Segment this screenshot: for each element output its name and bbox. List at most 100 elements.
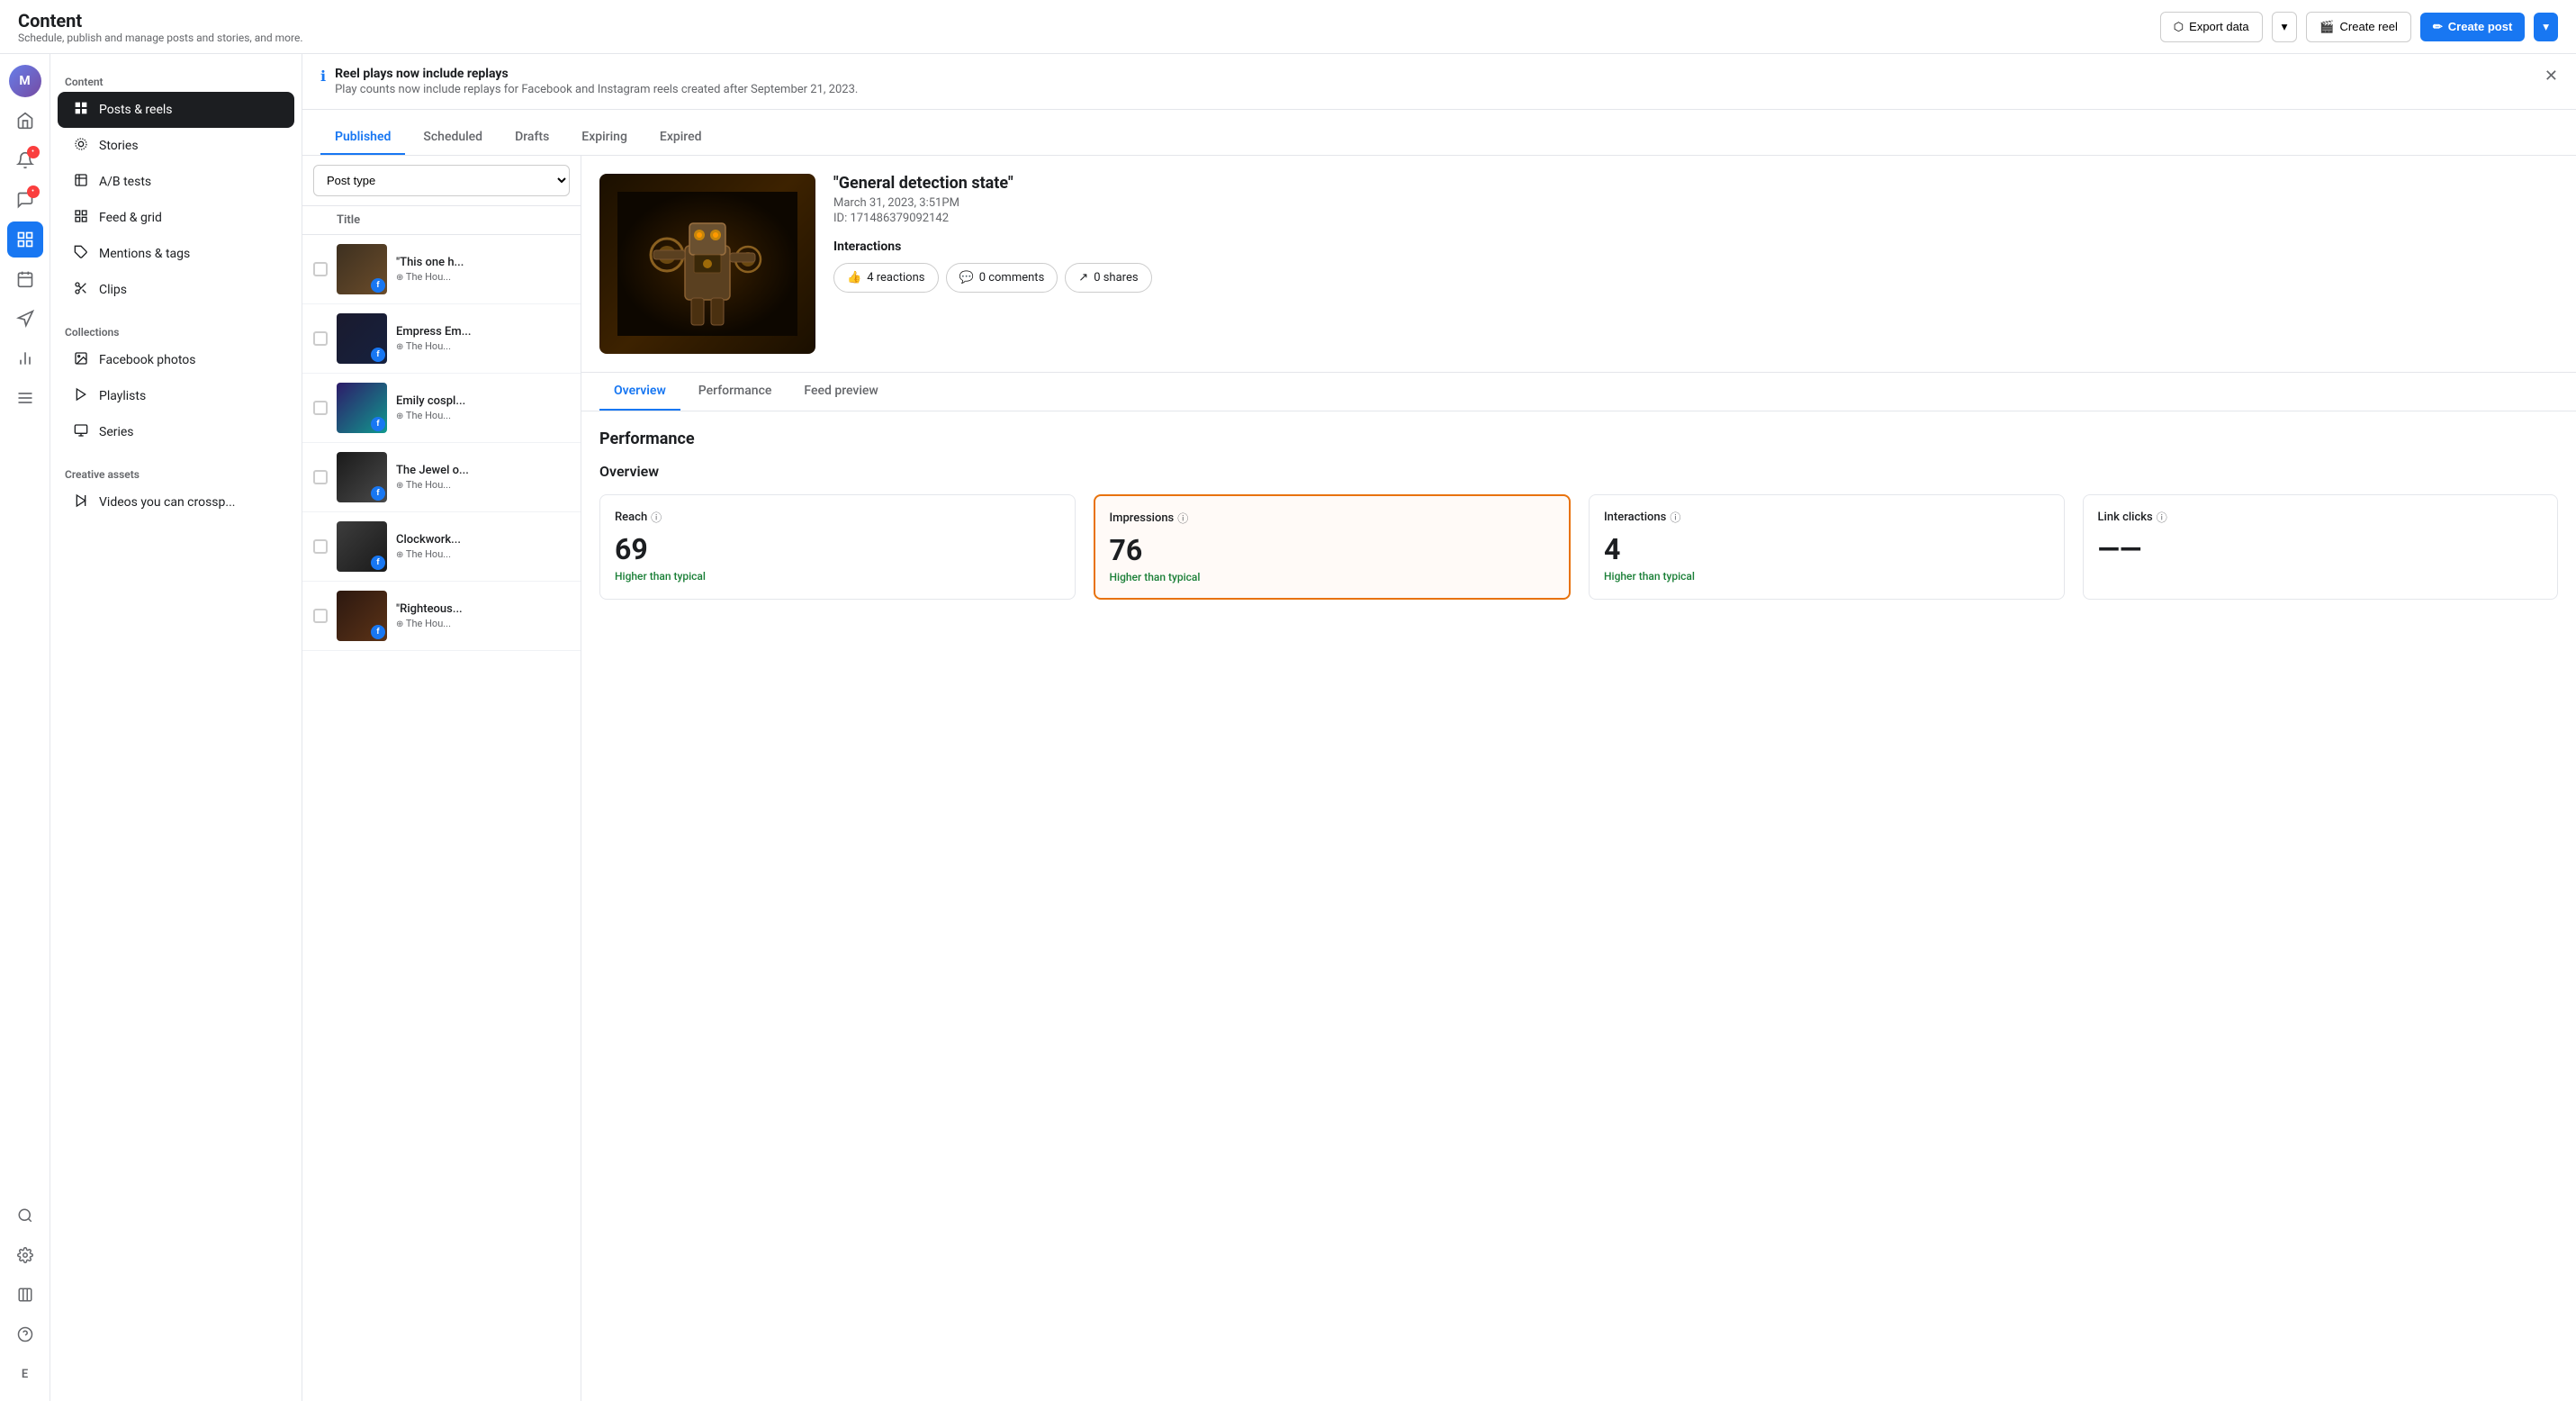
list-item-thumb-6: f [337, 591, 387, 641]
create-post-dropdown-button[interactable]: ▾ [2534, 13, 2558, 41]
list-item-checkbox-5[interactable] [313, 539, 328, 554]
posts-reels-label: Posts & reels [99, 103, 173, 117]
main-tabs: Published Scheduled Drafts Expiring Expi… [302, 110, 2576, 156]
sidebar-icon-menu[interactable] [7, 380, 43, 416]
list-item-checkbox-2[interactable] [313, 331, 328, 346]
list-item-thumb-2: f [337, 313, 387, 364]
stories-icon [72, 137, 90, 155]
reactions-badge[interactable]: 👍 4 reactions [833, 263, 939, 293]
metric-card-interactions: Interactions ⓘ 4 Higher than typical [1589, 494, 2065, 600]
sidebar-item-feed-grid[interactable]: Feed & grid [58, 200, 294, 236]
list-item-thumb-4: f [337, 452, 387, 502]
impressions-info-icon[interactable]: ⓘ [1177, 511, 1188, 526]
sidebar-item-clips[interactable]: Clips [58, 272, 294, 308]
sidebar-icon-messages[interactable]: • [7, 182, 43, 218]
list-item[interactable]: f "Righteous... ⊕ The Hou... [302, 582, 581, 651]
reel-icon: 🎬 [2319, 20, 2334, 34]
playlists-label: Playlists [99, 389, 146, 403]
comments-badge[interactable]: 💬 0 comments [946, 263, 1058, 293]
info-banner-icon: ℹ [320, 68, 326, 85]
facebook-badge-4: f [371, 486, 385, 501]
list-item-meta-3: ⊕ The Hou... [396, 410, 570, 421]
list-item-info-1: "This one h... ⊕ The Hou... [396, 256, 570, 283]
content-area: ℹ Reel plays now include replays Play co… [302, 54, 2576, 1401]
sidebar-icon-content[interactable] [7, 221, 43, 258]
sidebar-item-playlists[interactable]: Playlists [58, 378, 294, 414]
list-item[interactable]: f Empress Em... ⊕ The Hou... [302, 304, 581, 374]
sidebar-item-series[interactable]: Series [58, 414, 294, 450]
create-post-button[interactable]: ✏ Create post [2420, 13, 2525, 41]
ab-tests-label: A/B tests [99, 175, 151, 189]
metrics-row: Reach ⓘ 69 Higher than typical Impressio… [599, 494, 2558, 600]
link-clicks-info-icon[interactable]: ⓘ [2157, 510, 2167, 525]
post-type-filter[interactable]: Post type [313, 165, 570, 196]
list-item-meta-2: ⊕ The Hou... [396, 340, 570, 352]
overview-label: Overview [599, 463, 2558, 480]
metric-label-reach: Reach ⓘ [615, 510, 1060, 525]
feed-grid-label: Feed & grid [99, 211, 162, 225]
messages-badge: • [27, 185, 40, 198]
list-item-info-3: Emily cospl... ⊕ The Hou... [396, 394, 570, 421]
clips-icon [72, 281, 90, 299]
sidebar-icon-search[interactable] [7, 1198, 43, 1234]
list-item-title-4: The Jewel o... [396, 464, 570, 477]
sidebar-icon-help[interactable] [7, 1316, 43, 1352]
sidebar-item-mentions-tags[interactable]: Mentions & tags [58, 236, 294, 272]
list-item[interactable]: f Emily cospl... ⊕ The Hou... [302, 374, 581, 443]
sidebar-letter-e: E [7, 1356, 43, 1392]
metric-card-link-clicks: Link clicks ⓘ —— [2083, 494, 2559, 600]
export-data-button[interactable]: ⬡ Export data [2160, 12, 2263, 42]
sidebar-icon-home[interactable] [7, 103, 43, 139]
sidebar-item-ab-tests[interactable]: A/B tests [58, 164, 294, 200]
sidebar-icon-analytics[interactable] [7, 340, 43, 376]
detail-tab-performance[interactable]: Performance [684, 373, 787, 411]
detail-interactions-label: Interactions [833, 240, 2558, 254]
metric-label-impressions: Impressions ⓘ [1110, 511, 1555, 526]
sidebar-icon-calendar[interactable] [7, 261, 43, 297]
tab-expiring[interactable]: Expiring [567, 121, 642, 155]
shares-badge[interactable]: ↗ 0 shares [1065, 263, 1151, 293]
info-banner-close-button[interactable]: ✕ [2544, 67, 2558, 86]
list-pane: Post type Title f [302, 156, 581, 1401]
sidebar-item-facebook-photos[interactable]: Facebook photos [58, 342, 294, 378]
tab-published[interactable]: Published [320, 121, 405, 155]
page-title: Content [18, 10, 303, 32]
tab-drafts[interactable]: Drafts [500, 121, 563, 155]
sidebar-icon-expand[interactable] [7, 1277, 43, 1313]
list-item-checkbox-1[interactable] [313, 262, 328, 276]
sidebar-item-videos-crosspost[interactable]: Videos you can crossp... [58, 484, 294, 520]
sidebar-icon-megaphone[interactable] [7, 301, 43, 337]
sidebar-icon-settings[interactable] [7, 1237, 43, 1273]
header-left: Content Schedule, publish and manage pos… [18, 10, 303, 44]
export-icon: ⬡ [2174, 20, 2184, 34]
list-item-checkbox-6[interactable] [313, 609, 328, 623]
title-column-header: Title [337, 213, 360, 227]
list-item[interactable]: f Clockwork... ⊕ The Hou... [302, 512, 581, 582]
tab-scheduled[interactable]: Scheduled [409, 121, 497, 155]
main-layout: M • • [0, 54, 2576, 1401]
list-item-checkbox-3[interactable] [313, 401, 328, 415]
create-reel-button[interactable]: 🎬 Create reel [2306, 12, 2411, 42]
reach-info-icon[interactable]: ⓘ [651, 510, 662, 525]
sidebar-letter-label: E [22, 1368, 28, 1381]
series-label: Series [99, 425, 134, 439]
thumbs-up-icon: 👍 [847, 271, 861, 285]
notifications-badge: • [27, 146, 40, 158]
list-item-info-4: The Jewel o... ⊕ The Hou... [396, 464, 570, 491]
list-item[interactable]: f "This one h... ⊕ The Hou... [302, 235, 581, 304]
list-item-info-6: "Righteous... ⊕ The Hou... [396, 602, 570, 629]
sidebar-item-posts-reels[interactable]: Posts & reels [58, 92, 294, 128]
sidebar-icon-notifications[interactable]: • [7, 142, 43, 178]
export-dropdown-button[interactable]: ▾ [2272, 12, 2298, 42]
detail-image [599, 174, 815, 354]
avatar-item[interactable]: M [7, 63, 43, 99]
interactions-info-icon[interactable]: ⓘ [1670, 510, 1680, 525]
tab-expired[interactable]: Expired [645, 121, 716, 155]
detail-tab-overview[interactable]: Overview [599, 373, 680, 411]
performance-title: Performance [599, 429, 2558, 448]
list-item-checkbox-4[interactable] [313, 470, 328, 484]
list-item[interactable]: f The Jewel o... ⊕ The Hou... [302, 443, 581, 512]
detail-tab-feed-preview[interactable]: Feed preview [789, 373, 892, 411]
sidebar-item-stories[interactable]: Stories [58, 128, 294, 164]
list-item-meta-6: ⊕ The Hou... [396, 618, 570, 629]
